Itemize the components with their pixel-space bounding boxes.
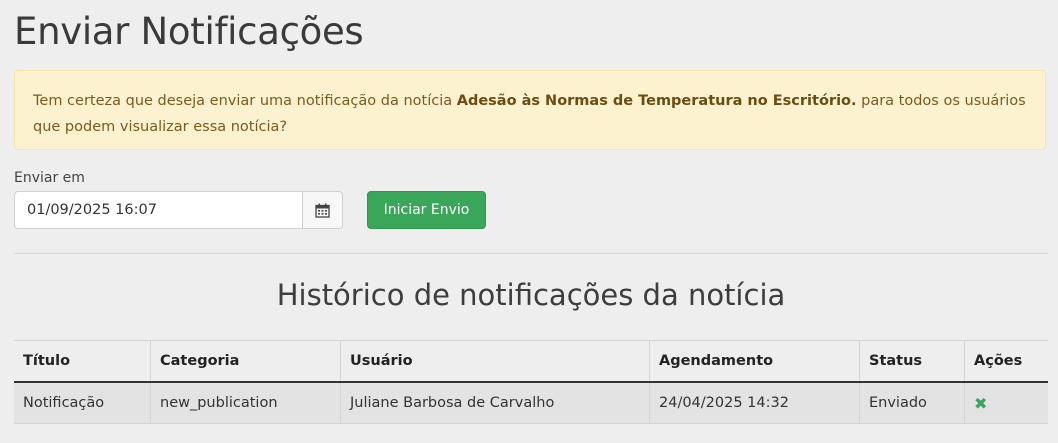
history-title: Histórico de notificações da notícia [276, 278, 786, 312]
column-header-user: Usuário [340, 340, 650, 383]
cell-status: Enviado [859, 382, 965, 424]
calendar-icon-glyph [315, 203, 330, 218]
send-at-datepicker [14, 191, 343, 229]
confirmation-alert: Tem certeza que deseja enviar uma notifi… [14, 70, 1046, 150]
send-at-input[interactable] [15, 192, 302, 228]
remove-icon[interactable]: ✖ [974, 394, 987, 413]
start-send-button[interactable]: Iniciar Envio [367, 191, 486, 229]
column-header-status: Status [859, 340, 965, 383]
column-header-schedule: Agendamento [649, 340, 860, 383]
alert-news-title: Adesão às Normas de Temperatura no Escri… [456, 93, 857, 109]
cell-category: new_publication [150, 382, 341, 424]
table-row: Notificação new_publication Juliane Barb… [14, 382, 1048, 424]
cell-user: Juliane Barbosa de Carvalho [340, 382, 650, 424]
table-header-row: Título Categoria Usuário Agendamento Sta… [14, 340, 1048, 383]
column-header-category: Categoria [150, 340, 341, 383]
history-table: Título Categoria Usuário Agendamento Sta… [14, 340, 1048, 424]
column-header-title: Título [14, 340, 151, 383]
alert-text-before: Tem certeza que deseja enviar uma notifi… [33, 93, 457, 109]
cell-actions: ✖ [964, 382, 1048, 424]
cell-title: Notificação [14, 382, 151, 424]
send-at-label: Enviar em [14, 170, 85, 186]
column-header-actions: Ações [964, 340, 1048, 383]
cell-schedule: 24/04/2025 14:32 [649, 382, 860, 424]
page-title: Enviar Notificações [14, 10, 364, 53]
section-divider [14, 253, 1048, 254]
calendar-icon[interactable] [302, 192, 342, 228]
